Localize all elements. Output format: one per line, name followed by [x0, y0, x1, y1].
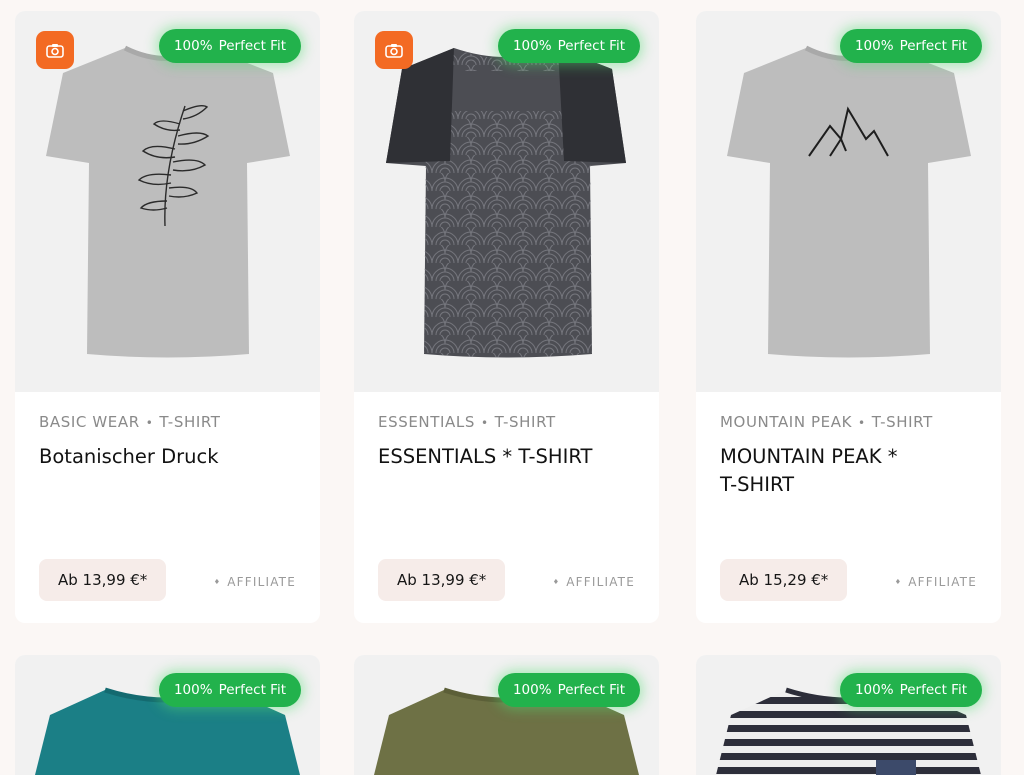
- perfect-fit-badge: 100% Perfect Fit: [158, 29, 301, 63]
- product-image[interactable]: 100% Perfect Fit: [15, 11, 320, 392]
- price-button[interactable]: Ab 15,29 €*: [720, 559, 848, 601]
- affiliate-label: ♦ AFFILIATE: [894, 575, 977, 589]
- price-button[interactable]: Ab 13,99 €*: [39, 559, 167, 601]
- brand-category: ESSENTIALS • T-SHIRT: [378, 413, 556, 431]
- brand-label: ESSENTIALS: [378, 413, 475, 431]
- category-label: T-SHIRT: [871, 413, 933, 431]
- product-title[interactable]: Botanischer Druck: [39, 443, 300, 471]
- brand-category: BASIC WEAR • T-SHIRT: [39, 413, 221, 431]
- camera-button[interactable]: [36, 31, 74, 69]
- product-card[interactable]: 100% Perfect Fit ESSENTIALS • T-SHIRT ESSEN…: [354, 11, 659, 623]
- brand-label: BASIC WEAR: [39, 413, 140, 431]
- affiliate-label: ♦ AFFILIATE: [552, 575, 635, 589]
- product-image[interactable]: 100% Perfect Fit: [696, 11, 1001, 392]
- category-label: T-SHIRT: [494, 413, 556, 431]
- perfect-fit-badge: 100% Perfect Fit: [497, 29, 640, 63]
- perfect-fit-badge: 100% Perfect Fit: [839, 29, 982, 63]
- product-card[interactable]: 100% Perfect Fit: [696, 655, 1001, 775]
- category-label: T-SHIRT: [159, 413, 221, 431]
- camera-icon: [46, 43, 64, 58]
- perfect-fit-badge: 100% Perfect Fit: [158, 673, 301, 707]
- product-image[interactable]: 100% Perfect Fit: [15, 655, 320, 775]
- camera-button[interactable]: [375, 31, 413, 69]
- camera-icon: [385, 43, 403, 58]
- brand-category: MOUNTAIN PEAK • T-SHIRT: [720, 413, 933, 431]
- product-title[interactable]: MOUNTAIN PEAK * T-SHIRT: [720, 443, 920, 499]
- product-image[interactable]: 100% Perfect Fit: [354, 655, 659, 775]
- product-card[interactable]: 100% Perfect Fit MOUNTAIN PEAK • T-SHIRT MO…: [696, 11, 1001, 623]
- price-button[interactable]: Ab 13,99 €*: [378, 559, 506, 601]
- product-card[interactable]: 100% Perfect Fit: [354, 655, 659, 775]
- brand-label: MOUNTAIN PEAK: [720, 413, 853, 431]
- perfect-fit-badge: 100% Perfect Fit: [497, 673, 640, 707]
- product-card[interactable]: 100% Perfect Fit: [15, 655, 320, 775]
- perfect-fit-badge: 100% Perfect Fit: [839, 673, 982, 707]
- tshirt-image: [727, 45, 971, 358]
- product-image[interactable]: 100% Perfect Fit: [696, 655, 1001, 775]
- product-image[interactable]: 100% Perfect Fit: [354, 11, 659, 392]
- affiliate-label: ♦ AFFILIATE: [213, 575, 296, 589]
- product-card[interactable]: 100% Perfect Fit BASIC WEAR • T-SHIRT Botan…: [15, 11, 320, 623]
- product-title[interactable]: ESSENTIALS * T-SHIRT: [378, 443, 639, 471]
